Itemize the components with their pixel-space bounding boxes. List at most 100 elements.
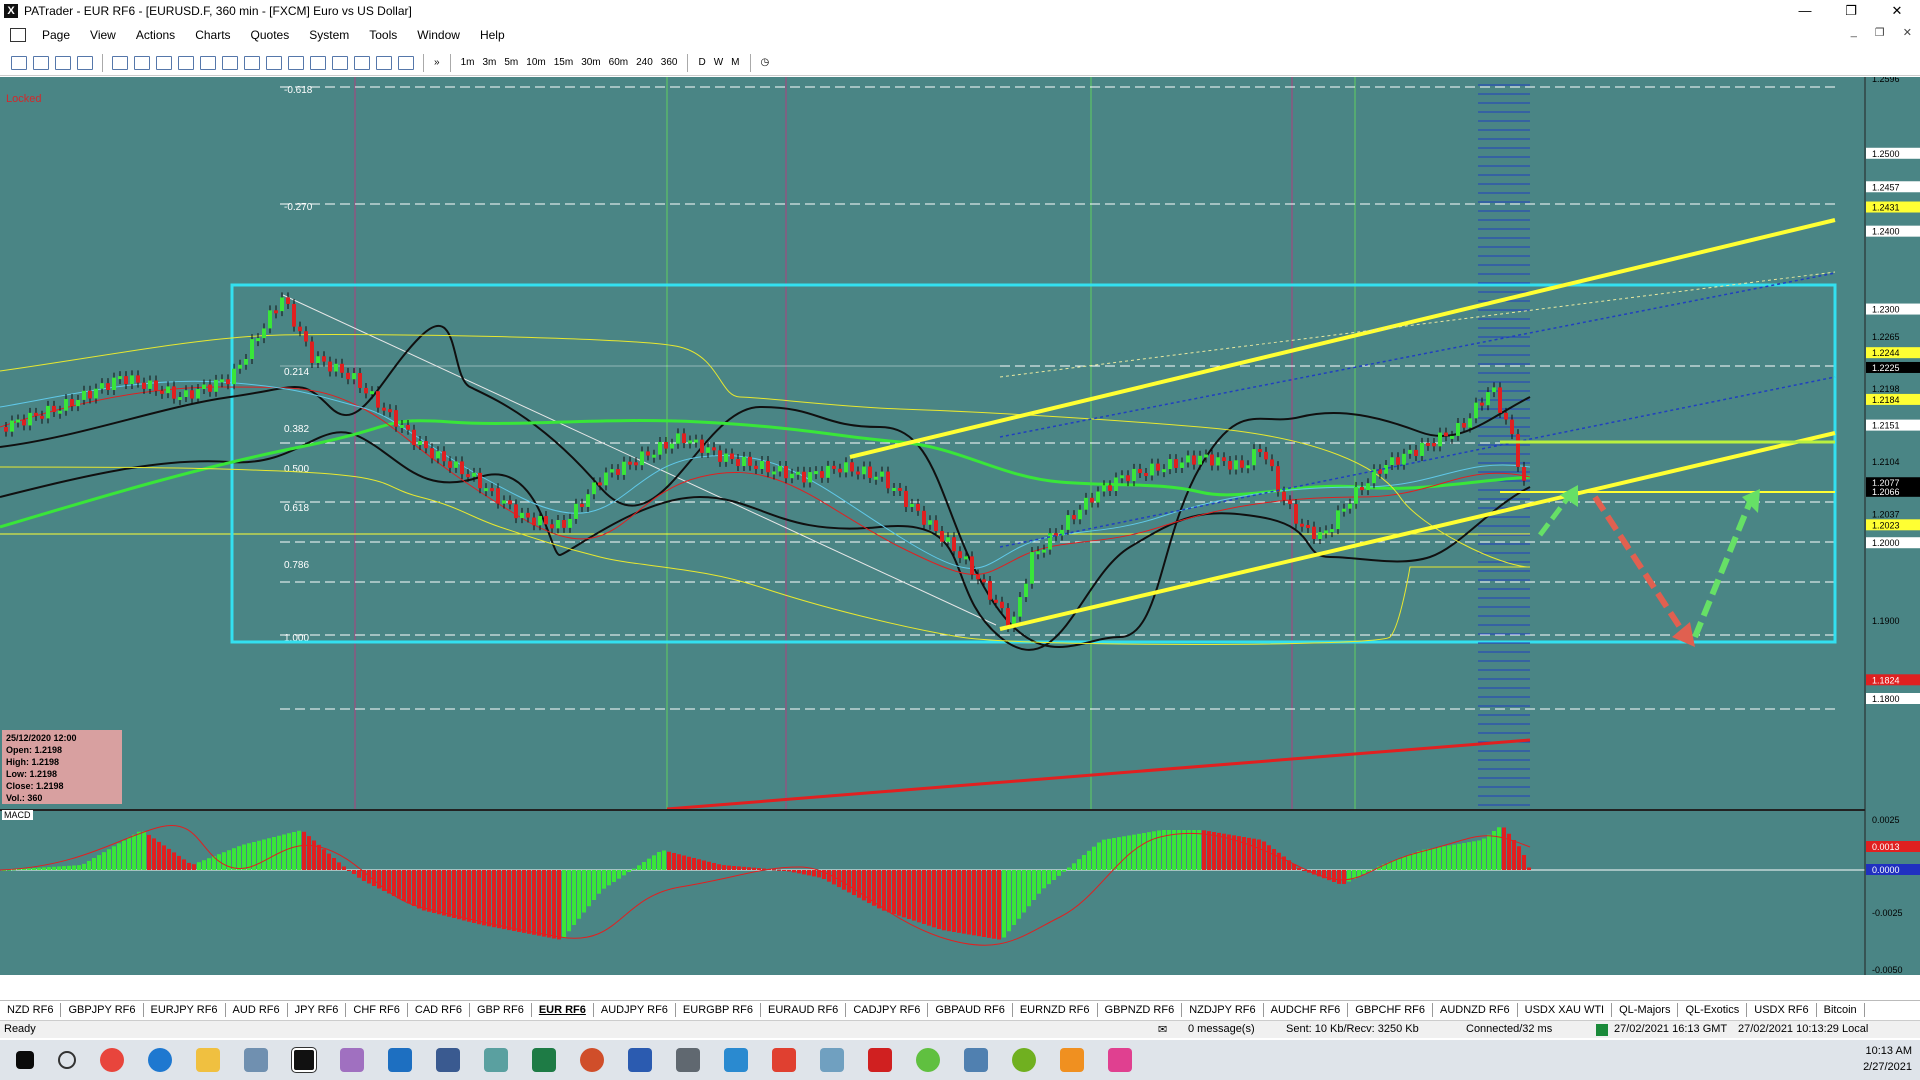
chrome-icon[interactable] bbox=[100, 1048, 124, 1072]
tab-gbp-rf6[interactable]: GBP RF6 bbox=[470, 1002, 532, 1017]
menu-charts[interactable]: Charts bbox=[185, 28, 240, 42]
windows-start-icon[interactable] bbox=[16, 1051, 34, 1069]
tab-ql-exotics[interactable]: QL-Exotics bbox=[1678, 1002, 1748, 1017]
patrader-icon[interactable] bbox=[291, 1047, 317, 1073]
channel-icon[interactable] bbox=[200, 55, 216, 70]
powerpoint-icon[interactable] bbox=[580, 1048, 604, 1072]
indicator-icon[interactable] bbox=[55, 55, 71, 70]
pointer-icon[interactable] bbox=[112, 55, 128, 70]
timeframe-360[interactable]: 360 bbox=[661, 57, 678, 68]
status-messages[interactable]: 0 message(s) bbox=[1188, 1023, 1255, 1035]
regression-icon[interactable] bbox=[398, 55, 414, 70]
menu-window[interactable]: Window bbox=[407, 28, 470, 42]
gann-icon[interactable] bbox=[288, 55, 304, 70]
menu-system[interactable]: System bbox=[299, 28, 359, 42]
tab-jpy-rf6[interactable]: JPY RF6 bbox=[288, 1002, 347, 1017]
mail-icon[interactable]: ✉ bbox=[1158, 1023, 1167, 1036]
menu-quotes[interactable]: Quotes bbox=[241, 28, 300, 42]
excel-icon[interactable] bbox=[532, 1048, 556, 1072]
trend-line-icon[interactable] bbox=[178, 55, 194, 70]
tab-gbpaud-rf6[interactable]: GBPAUD RF6 bbox=[928, 1002, 1013, 1017]
tab-gbpchf-rf6[interactable]: GBPCHF RF6 bbox=[1348, 1002, 1433, 1017]
timeframe-1m[interactable]: 1m bbox=[461, 57, 475, 68]
tab-cadjpy-rf6[interactable]: CADJPY RF6 bbox=[846, 1002, 929, 1017]
chart-canvas[interactable]: -0.618 -0.270 0.214 0.382 0.500 0.618 0.… bbox=[0, 77, 1920, 975]
app-icon[interactable] bbox=[1012, 1048, 1036, 1072]
restore-icon[interactable]: ❐ bbox=[1828, 0, 1874, 22]
tab-audjpy-rf6[interactable]: AUDJPY RF6 bbox=[594, 1002, 676, 1017]
horizontal-line-icon[interactable] bbox=[134, 55, 150, 70]
taskbar-clock[interactable]: 10:13 AM 2/27/2021 bbox=[1863, 1043, 1912, 1075]
menu-page[interactable]: Page bbox=[32, 28, 80, 42]
minimize-icon[interactable]: — bbox=[1782, 0, 1828, 22]
timeframe-30m[interactable]: 30m bbox=[581, 57, 600, 68]
tab-gbpnzd-rf6[interactable]: GBPNZD RF6 bbox=[1098, 1002, 1183, 1017]
tab-audnzd-rf6[interactable]: AUDNZD RF6 bbox=[1433, 1002, 1518, 1017]
app-icon[interactable] bbox=[724, 1048, 748, 1072]
tab-usdx-rf6[interactable]: USDX RF6 bbox=[1747, 1002, 1817, 1017]
tab-eur-rf6[interactable]: EUR RF6 bbox=[532, 1002, 594, 1017]
search-icon[interactable] bbox=[58, 1051, 76, 1069]
menu-actions[interactable]: Actions bbox=[126, 28, 185, 42]
timeframe-60m[interactable]: 60m bbox=[609, 57, 628, 68]
timeframe-5m[interactable]: 5m bbox=[504, 57, 518, 68]
app-icon[interactable] bbox=[820, 1048, 844, 1072]
slack-icon[interactable] bbox=[1108, 1048, 1132, 1072]
menu-tools[interactable]: Tools bbox=[359, 28, 407, 42]
timeframe-240[interactable]: 240 bbox=[636, 57, 653, 68]
app-icon[interactable] bbox=[868, 1048, 892, 1072]
tab-chf-rf6[interactable]: CHF RF6 bbox=[346, 1002, 408, 1017]
tab-audchf-rf6[interactable]: AUDCHF RF6 bbox=[1264, 1002, 1349, 1017]
tab-euraud-rf6[interactable]: EURAUD RF6 bbox=[761, 1002, 847, 1017]
timeframe-10m[interactable]: 10m bbox=[526, 57, 545, 68]
timeframe-3m[interactable]: 3m bbox=[482, 57, 496, 68]
app-icon[interactable] bbox=[1060, 1048, 1084, 1072]
close-icon[interactable]: ✕ bbox=[1874, 0, 1920, 22]
more-tools-icon[interactable]: » bbox=[434, 57, 440, 68]
zoom-out-icon[interactable] bbox=[33, 55, 49, 70]
text-icon[interactable] bbox=[354, 55, 370, 70]
app-icon[interactable] bbox=[484, 1048, 508, 1072]
fibonacci-expansion-icon[interactable] bbox=[266, 55, 282, 70]
price-chart[interactable]: -0.618 -0.270 0.214 0.382 0.500 0.618 0.… bbox=[0, 77, 1920, 975]
outlook-icon[interactable] bbox=[388, 1048, 412, 1072]
mdi-restore-icon[interactable]: ❐ bbox=[1875, 26, 1885, 39]
fibonacci-fan-icon[interactable] bbox=[222, 55, 238, 70]
tab-eurjpy-rf6[interactable]: EURJPY RF6 bbox=[144, 1002, 226, 1017]
cycle-lines-icon[interactable] bbox=[310, 55, 326, 70]
clock-icon[interactable]: ◷ bbox=[761, 57, 770, 68]
tab-gbpjpy-rf6[interactable]: GBPJPY RF6 bbox=[61, 1002, 144, 1017]
timeframe-15m[interactable]: 15m bbox=[554, 57, 573, 68]
tab-nzdjpy-rf6[interactable]: NZDJPY RF6 bbox=[1182, 1002, 1264, 1017]
tab-aud-rf6[interactable]: AUD RF6 bbox=[226, 1002, 288, 1017]
vertical-line-icon[interactable] bbox=[156, 55, 172, 70]
timeframe-weekly[interactable]: W bbox=[714, 57, 723, 68]
mdi-close-icon[interactable]: ✕ bbox=[1903, 26, 1912, 39]
crosshair-icon[interactable] bbox=[77, 55, 93, 70]
app-icon[interactable] bbox=[772, 1048, 796, 1072]
tab-eurnzd-rf6[interactable]: EURNZD RF6 bbox=[1013, 1002, 1098, 1017]
timeframe-daily[interactable]: D bbox=[698, 57, 705, 68]
app-icon[interactable] bbox=[916, 1048, 940, 1072]
tab-usdx-xau-wti[interactable]: USDX XAU WTI bbox=[1518, 1002, 1613, 1017]
app-icon[interactable] bbox=[244, 1048, 268, 1072]
tab-bitcoin[interactable]: Bitcoin bbox=[1817, 1002, 1865, 1017]
tab-eurgbp-rf6[interactable]: EURGBP RF6 bbox=[676, 1002, 762, 1017]
app-icon[interactable] bbox=[964, 1048, 988, 1072]
app-icon[interactable] bbox=[676, 1048, 700, 1072]
app-icon[interactable] bbox=[340, 1048, 364, 1072]
chart-menu-icon[interactable] bbox=[10, 28, 26, 42]
edge-icon[interactable] bbox=[148, 1048, 172, 1072]
fibonacci-retracement-icon[interactable] bbox=[244, 55, 260, 70]
mdi-minimize-icon[interactable]: _ bbox=[1851, 26, 1857, 39]
calculator-icon[interactable] bbox=[436, 1048, 460, 1072]
file-explorer-icon[interactable] bbox=[196, 1048, 220, 1072]
word-icon[interactable] bbox=[628, 1048, 652, 1072]
rectangle-icon[interactable] bbox=[332, 55, 348, 70]
menu-help[interactable]: Help bbox=[470, 28, 515, 42]
pitchfork-icon[interactable] bbox=[376, 55, 392, 70]
tab-cad-rf6[interactable]: CAD RF6 bbox=[408, 1002, 470, 1017]
timeframe-monthly[interactable]: M bbox=[731, 57, 739, 68]
menu-view[interactable]: View bbox=[80, 28, 126, 42]
tab-nzd-rf6[interactable]: NZD RF6 bbox=[0, 1002, 62, 1017]
